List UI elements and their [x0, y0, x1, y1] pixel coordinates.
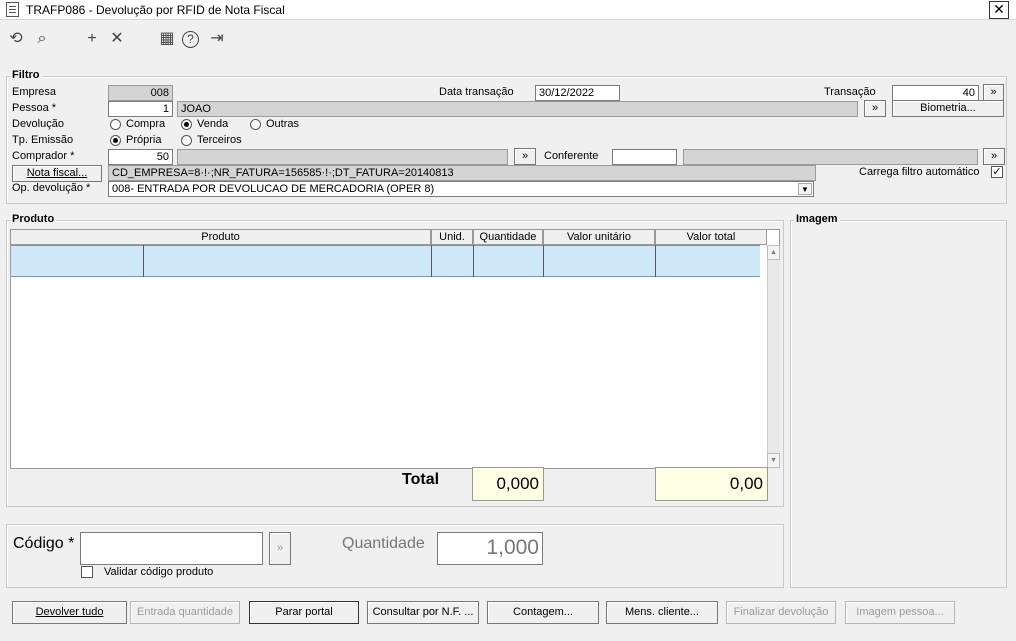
devolucao-radio-compra[interactable] [110, 119, 121, 130]
column-header-unid[interactable]: Unid. [431, 229, 473, 245]
pessoa-name-field: JOAO [177, 101, 858, 117]
devolucao-option-outras: Outras [266, 118, 300, 130]
carrega-filtro-label: Carrega filtro automático [859, 166, 980, 178]
op-devolucao-select[interactable]: 008- ENTRADA POR DEVOLUCAO DE MERCADORIA… [108, 181, 814, 197]
app-icon [6, 2, 19, 17]
conferente-label: Conferente [544, 150, 599, 162]
search-icon[interactable]: ⌕ [32, 29, 52, 49]
biometria-button[interactable]: Biometria... [892, 100, 1004, 117]
pessoa-label: Pessoa * [12, 102, 57, 114]
parar-portal-button[interactable]: Parar portal [249, 601, 359, 624]
table-row[interactable] [11, 245, 760, 277]
tp-emissao-option-terceiros: Terceiros [197, 134, 242, 146]
devolucao-option-compra: Compra [126, 118, 166, 130]
imagem-pessoa-label: Imagem pessoa... [856, 606, 944, 618]
mens-cliente-label: Mens. cliente... [625, 606, 699, 618]
refresh-icon[interactable]: ⟲ [6, 29, 26, 49]
codigo-label: Código * [13, 535, 75, 552]
scroll-down-icon[interactable]: ▼ [767, 453, 780, 468]
row-divider [543, 245, 544, 277]
comprador-lookup-button[interactable]: » [514, 148, 536, 165]
close-button[interactable]: ✕ [989, 1, 1009, 19]
codigo-field[interactable] [80, 532, 263, 565]
op-devolucao-label: Op. devolução * [12, 182, 91, 194]
tp-emissao-option-propria: Própria [126, 134, 162, 146]
entrada-quantidade-button[interactable]: Entrada quantidade [130, 601, 240, 624]
devolucao-option-venda: Venda [197, 118, 229, 130]
window-title: TRAFP086 - Devolução por RFID de Nota Fi… [26, 3, 285, 17]
comprador-field[interactable]: 50 [108, 149, 173, 165]
data-transacao-label: Data transação [439, 86, 514, 98]
validar-codigo-label: Validar código produto [104, 566, 214, 578]
imagem-group [790, 220, 1007, 588]
row-divider [473, 245, 474, 277]
entrada-quantidade-label: Entrada quantidade [136, 606, 234, 618]
nota-fiscal-field: CD_EMPRESA=8·!·;NR_FATURA=156585·!·;DT_F… [108, 165, 816, 181]
comprador-name-field [177, 149, 508, 165]
transacao-field[interactable]: 40 [892, 85, 979, 101]
finalizar-devolucao-label: Finalizar devolução [733, 606, 829, 618]
produto-title: Produto [10, 213, 57, 225]
imagem-title: Imagem [794, 213, 840, 225]
empresa-label: Empresa [12, 86, 57, 98]
conferente-lookup-button[interactable]: » [983, 148, 1005, 165]
pessoa-field[interactable]: 1 [108, 101, 173, 117]
imagem-pessoa-button[interactable]: Imagem pessoa... [845, 601, 955, 624]
contagem-label: Contagem... [513, 606, 573, 618]
devolver-tudo-button[interactable]: Devolver tudo [12, 601, 127, 624]
filtro-title: Filtro [10, 69, 42, 81]
devolver-tudo-label: Devolver tudo [35, 606, 104, 618]
carrega-filtro-checkbox[interactable]: ✓ [991, 166, 1003, 178]
devolucao-label: Devolução [12, 118, 64, 130]
total-label: Total [402, 471, 440, 488]
help-icon[interactable]: ? [182, 31, 199, 48]
devolucao-radio-venda[interactable] [181, 119, 192, 130]
nota-fiscal-button[interactable]: Nota fiscal... [12, 165, 102, 182]
comprador-label: Comprador * [12, 150, 75, 162]
tp-emissao-label: Tp. Emissão [12, 134, 74, 146]
consultar-nf-label: Consultar por N.F. ... [372, 606, 474, 618]
consultar-nf-button[interactable]: Consultar por N.F. ... [367, 601, 479, 624]
scroll-up-icon[interactable]: ▲ [767, 245, 780, 260]
devolucao-radio-outras[interactable] [250, 119, 261, 130]
finalizar-devolucao-button[interactable]: Finalizar devolução [726, 601, 836, 624]
contagem-button[interactable]: Contagem... [487, 601, 599, 624]
quantidade-field[interactable]: 1,000 [437, 532, 543, 565]
conferente-field[interactable] [612, 149, 677, 165]
delete-icon[interactable]: ✕ [107, 29, 127, 49]
quantidade-label: Quantidade [342, 535, 425, 552]
empresa-field[interactable]: 008 [108, 85, 173, 101]
validar-codigo-checkbox[interactable] [81, 566, 93, 578]
data-transacao-field[interactable]: 30/12/2022 [535, 85, 620, 101]
vertical-scrollbar[interactable] [767, 245, 780, 469]
nota-fiscal-label: Nota fiscal... [26, 167, 88, 179]
calendar-icon[interactable]: ▦ [157, 29, 177, 49]
tp-emissao-radio-propria[interactable] [110, 135, 121, 146]
tp-emissao-radio-terceiros[interactable] [181, 135, 192, 146]
row-divider [655, 245, 656, 277]
column-header-produto[interactable]: Produto [10, 229, 431, 245]
column-header-quantidade[interactable]: Quantidade [473, 229, 543, 245]
add-icon[interactable]: + [82, 29, 102, 49]
row-divider [431, 245, 432, 277]
biometria-label: Biometria... [920, 102, 976, 114]
transacao-label: Transação [824, 86, 876, 98]
conferente-name-field [683, 149, 978, 165]
pessoa-lookup-button[interactable]: » [864, 100, 886, 117]
parar-portal-label: Parar portal [275, 606, 333, 618]
total-quantidade: 0,000 [472, 467, 544, 501]
codigo-lookup-button[interactable]: » [269, 532, 291, 565]
mens-cliente-button[interactable]: Mens. cliente... [606, 601, 718, 624]
total-valor: 0,00 [655, 467, 768, 501]
exit-icon[interactable]: ⇥ [207, 29, 227, 49]
row-divider [143, 245, 144, 277]
column-header-valor-unitario[interactable]: Valor unitário [543, 229, 655, 245]
chevron-down-icon[interactable]: ▼ [798, 183, 812, 195]
column-header-valor-total[interactable]: Valor total [655, 229, 767, 245]
transacao-lookup-button[interactable]: » [983, 84, 1004, 101]
